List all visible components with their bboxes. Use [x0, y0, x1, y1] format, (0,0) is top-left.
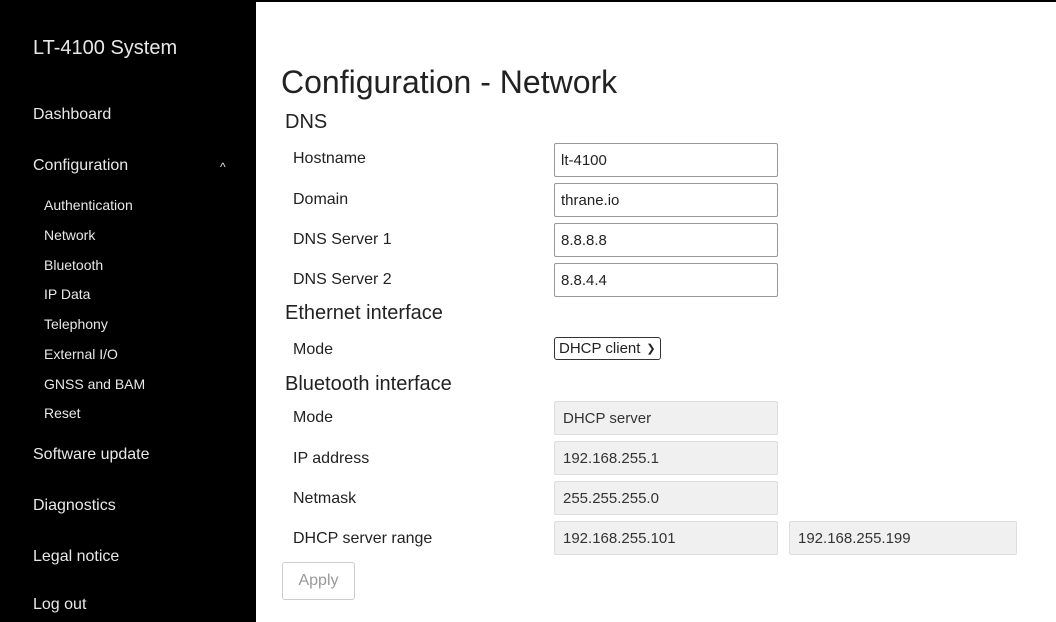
hostname-field[interactable]: lt-4100 [554, 143, 778, 177]
ethernet-mode-label: Mode [293, 341, 334, 358]
dns-server-1-field[interactable]: 8.8.8.8 [554, 223, 778, 257]
chevron-up-icon[interactable]: ^ [220, 160, 226, 174]
nav-legal-notice[interactable]: Legal notice [33, 548, 119, 566]
ethernet-mode-value: DHCP client [559, 340, 641, 357]
nav-sub-gnss-bam[interactable]: GNSS and BAM [44, 376, 145, 392]
dhcp-range-label: DHCP server range [293, 530, 433, 547]
sidebar: LT-4100 System Dashboard Configuration ^… [2, 2, 256, 622]
nav-configuration[interactable]: Configuration [33, 157, 128, 175]
hostname-label: Hostname [293, 150, 366, 167]
domain-label: Domain [293, 191, 349, 208]
nav-sub-reset[interactable]: Reset [44, 405, 81, 421]
page-title: Configuration - Network [281, 64, 618, 100]
dns-server-2-label: DNS Server 2 [293, 271, 392, 288]
netmask-label: Netmask [293, 490, 357, 507]
bluetooth-mode-field: DHCP server [554, 401, 778, 435]
dhcp-range-start-field: 192.168.255.101 [554, 521, 778, 555]
nav-diagnostics[interactable]: Diagnostics [33, 497, 116, 515]
nav-sub-network[interactable]: Network [44, 227, 95, 243]
netmask-field: 255.255.255.0 [554, 481, 778, 515]
nav-sub-external-io[interactable]: External I/O [44, 346, 118, 362]
ip-address-field: 192.168.255.1 [554, 441, 778, 475]
main-content: Configuration - Network DNS Hostname lt-… [256, 0, 1056, 622]
section-dns: DNS [285, 111, 328, 133]
section-ethernet: Ethernet interface [285, 302, 443, 324]
dns-server-2-field[interactable]: 8.8.4.4 [554, 263, 778, 297]
dns-server-1-label: DNS Server 1 [293, 231, 392, 248]
brand-title: LT-4100 System [33, 37, 178, 59]
ip-address-label: IP address [293, 450, 370, 467]
apply-button[interactable]: Apply [282, 562, 355, 600]
nav-sub-authentication[interactable]: Authentication [44, 197, 133, 213]
chevron-down-icon: ❯ [646, 343, 656, 355]
nav-sub-telephony[interactable]: Telephony [44, 316, 108, 332]
nav-sub-bluetooth[interactable]: Bluetooth [44, 257, 103, 273]
section-bluetooth: Bluetooth interface [285, 373, 452, 395]
ethernet-mode-select[interactable]: DHCP client ❯ [554, 337, 661, 360]
nav-sub-ip-data[interactable]: IP Data [44, 286, 90, 302]
domain-field[interactable]: thrane.io [554, 183, 778, 217]
dhcp-range-end-field: 192.168.255.199 [789, 521, 1017, 555]
bluetooth-mode-label: Mode [293, 409, 334, 426]
nav-dashboard[interactable]: Dashboard [33, 106, 111, 124]
nav-log-out[interactable]: Log out [33, 596, 86, 614]
nav-software-update[interactable]: Software update [33, 446, 150, 464]
